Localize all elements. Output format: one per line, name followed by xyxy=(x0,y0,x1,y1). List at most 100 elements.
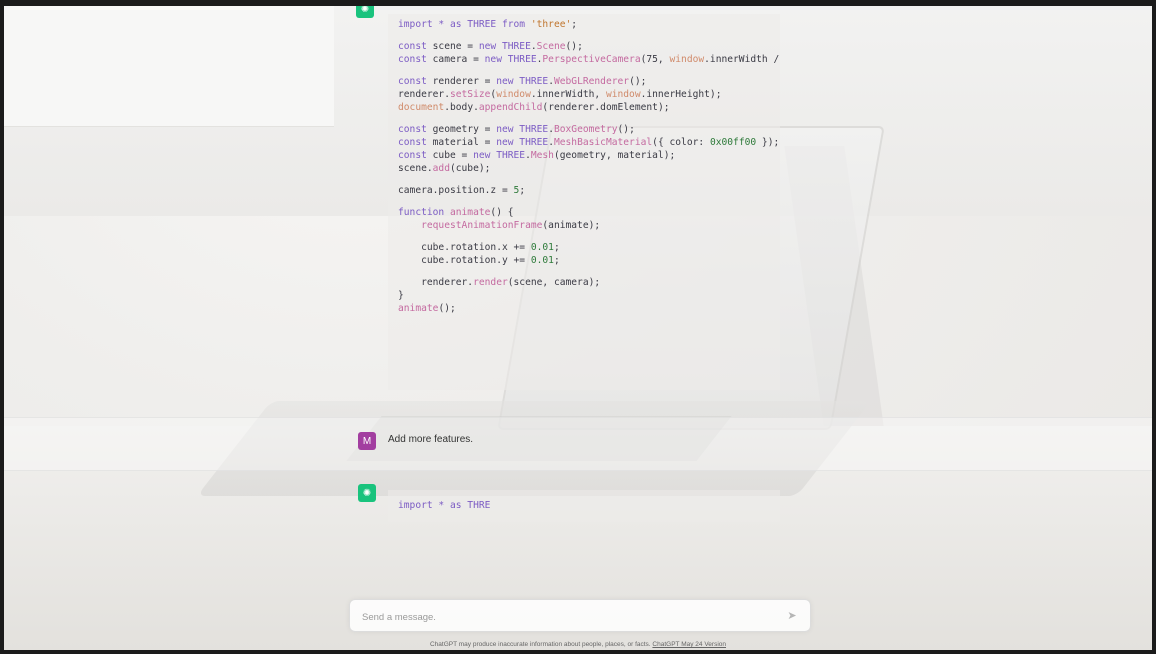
disclaimer-text: ChatGPT may produce inaccurate informati… xyxy=(429,641,653,648)
code-token: const xyxy=(398,124,433,135)
code-token: requestAnimationFrame xyxy=(421,220,543,231)
code-line: camera.position.z = 5; xyxy=(398,184,780,197)
code-token: (75, xyxy=(640,54,670,65)
user-message-row xyxy=(4,417,1152,471)
code-line: const renderer = new THREE.WebGLRenderer… xyxy=(398,75,780,88)
footer-disclaimer: ChatGPT may produce inaccurate informati… xyxy=(4,641,1152,648)
code-line: const geometry = new THREE.BoxGeometry()… xyxy=(398,123,780,136)
code-block: import * as THREE from 'three'; const sce… xyxy=(388,14,780,390)
user-message-text: Add more features. xyxy=(388,434,474,445)
code-token: material = xyxy=(432,137,497,148)
code-token: window xyxy=(605,89,641,100)
code-token: PerspectiveCamera xyxy=(542,54,641,65)
code-token: (geometry, material); xyxy=(553,150,676,161)
code-token: const xyxy=(398,137,433,148)
code-token: import * as THREE xyxy=(398,19,502,30)
code-token: MeshBasicMaterial xyxy=(553,137,653,148)
code-token: .innerWidth / xyxy=(704,54,780,65)
code-token: Scene xyxy=(536,41,566,52)
code-token: camera.position.z = xyxy=(398,185,514,196)
code-token: function xyxy=(398,207,450,218)
code-token: (); xyxy=(438,303,456,314)
code-line: renderer.setSize(window.innerWidth, wind… xyxy=(398,88,780,101)
code-token: cube.rotation.x += xyxy=(398,242,531,253)
app-window: ✺ import * as THREE from 'three'; const s… xyxy=(0,0,1156,654)
message-composer[interactable]: ➤ xyxy=(349,599,811,632)
code-token: .body. xyxy=(444,102,479,113)
assistant-avatar-icon: ✺ xyxy=(356,6,374,18)
code-token: } xyxy=(398,290,404,301)
code-token: const xyxy=(398,150,433,161)
code-token: ; xyxy=(553,242,560,253)
code-token: }); xyxy=(756,137,780,148)
code-token: render xyxy=(473,277,508,288)
code-token: renderer = xyxy=(432,76,497,87)
code-token: new THREE xyxy=(484,54,537,65)
code-line: } xyxy=(398,289,780,302)
code-token: .innerWidth, xyxy=(530,89,606,100)
code-token: ({ color: xyxy=(652,137,710,148)
code-token: renderer. xyxy=(398,89,450,100)
version-link[interactable]: ChatGPT May 24 Version xyxy=(652,641,726,648)
code-token: (cube); xyxy=(449,163,491,174)
code-token: new THREE xyxy=(478,41,531,52)
code-token: .innerHeight); xyxy=(640,89,722,100)
code-token: ; xyxy=(553,255,560,266)
code-token: scene. xyxy=(398,163,433,174)
code-line: animate(); xyxy=(398,302,780,315)
code-token: new THREE xyxy=(496,137,549,148)
code-line: const cube = new THREE.Mesh(geometry, ma… xyxy=(398,149,780,162)
code-token: (scene, camera); xyxy=(507,277,601,288)
code-token: animate xyxy=(398,303,439,314)
code-token: const xyxy=(398,41,433,52)
code-token: add xyxy=(432,163,450,174)
code-token: WebGLRenderer xyxy=(553,76,630,87)
code-token: setSize xyxy=(449,89,491,100)
user-avatar-letter: M xyxy=(362,435,372,447)
code-token: ; xyxy=(571,19,578,30)
code-line: const material = new THREE.MeshBasicMate… xyxy=(398,136,780,149)
code-line: cube.rotation.y += 0.01; xyxy=(398,254,780,267)
code-token: new THREE xyxy=(473,150,526,161)
code-line: scene.add(cube); xyxy=(398,162,780,175)
code-token: (); xyxy=(617,124,635,135)
send-button[interactable]: ➤ xyxy=(784,608,800,624)
code-token: ; xyxy=(519,185,526,196)
code-token: scene = xyxy=(432,41,479,52)
code-token: cube.rotation.y += xyxy=(398,255,531,266)
code-token: (animate); xyxy=(542,220,601,231)
code-token: const xyxy=(398,54,433,65)
code-token: geometry = xyxy=(432,124,497,135)
code-token: (); xyxy=(629,76,647,87)
code-token: animate xyxy=(449,207,491,218)
paper-plane-icon: ➤ xyxy=(787,610,797,622)
code-token: appendChild xyxy=(478,102,543,113)
code-token: Mesh xyxy=(530,150,554,161)
code-token: camera = xyxy=(432,54,485,65)
code-token: (); xyxy=(565,41,583,52)
message-input[interactable] xyxy=(360,607,774,627)
background-block xyxy=(4,6,334,127)
code-line: requestAnimationFrame(animate); xyxy=(398,219,780,232)
code-token: 0x00ff00 xyxy=(709,137,757,148)
background-laptop-hinge xyxy=(784,146,884,426)
code-token: window xyxy=(669,54,705,65)
code-token: from xyxy=(501,19,531,30)
code-line: const camera = new THREE.PerspectiveCame… xyxy=(398,53,780,66)
assistant-avatar-icon: ✺ xyxy=(358,484,376,502)
code-block-streaming: import * as THRE xyxy=(388,490,780,522)
user-avatar: M xyxy=(358,432,376,450)
code-token: new THREE xyxy=(496,124,549,135)
code-token: import * as THRE xyxy=(398,500,491,511)
code-token: 'three' xyxy=(530,19,572,30)
code-line: cube.rotation.x += 0.01; xyxy=(398,241,780,254)
code-token: window xyxy=(496,89,531,100)
code-token: document xyxy=(398,102,445,113)
